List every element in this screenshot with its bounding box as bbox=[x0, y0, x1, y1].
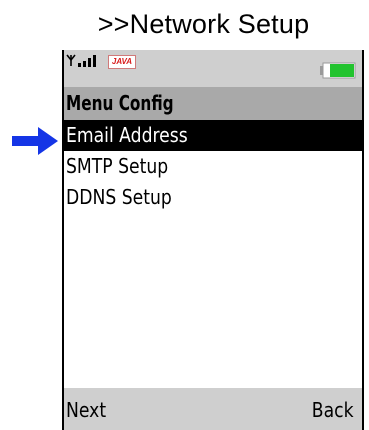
menu-list: Email Address SMTP Setup DDNS Setup bbox=[64, 120, 362, 213]
java-icon: JAVA bbox=[108, 55, 136, 69]
next-softkey-label: Next bbox=[66, 398, 107, 422]
battery-icon bbox=[320, 62, 356, 79]
screen-title: Menu Config bbox=[66, 91, 174, 115]
status-bar: JAVA bbox=[64, 50, 362, 87]
menu-item-email-address[interactable]: Email Address bbox=[64, 120, 362, 151]
menu-item-label: Email Address bbox=[66, 123, 188, 147]
menu-item-smtp-setup[interactable]: SMTP Setup bbox=[64, 151, 362, 182]
signal-strength-icon bbox=[66, 54, 96, 67]
right-arrow-icon bbox=[12, 127, 58, 155]
next-softkey[interactable]: Next bbox=[66, 396, 113, 424]
page-caption: >>Network Setup bbox=[97, 9, 310, 39]
back-softkey[interactable]: Back bbox=[305, 396, 354, 424]
softkey-bar: Next Back bbox=[64, 388, 362, 430]
back-softkey-label: Back bbox=[312, 398, 354, 422]
menu-item-label: SMTP Setup bbox=[66, 154, 169, 178]
menu-item-label: DDNS Setup bbox=[66, 185, 172, 209]
menu-item-ddns-setup[interactable]: DDNS Setup bbox=[64, 182, 362, 213]
phone-screen: JAVA Menu Config Email Address SMTP Setu… bbox=[62, 50, 364, 430]
title-bar: Menu Config bbox=[64, 87, 362, 120]
